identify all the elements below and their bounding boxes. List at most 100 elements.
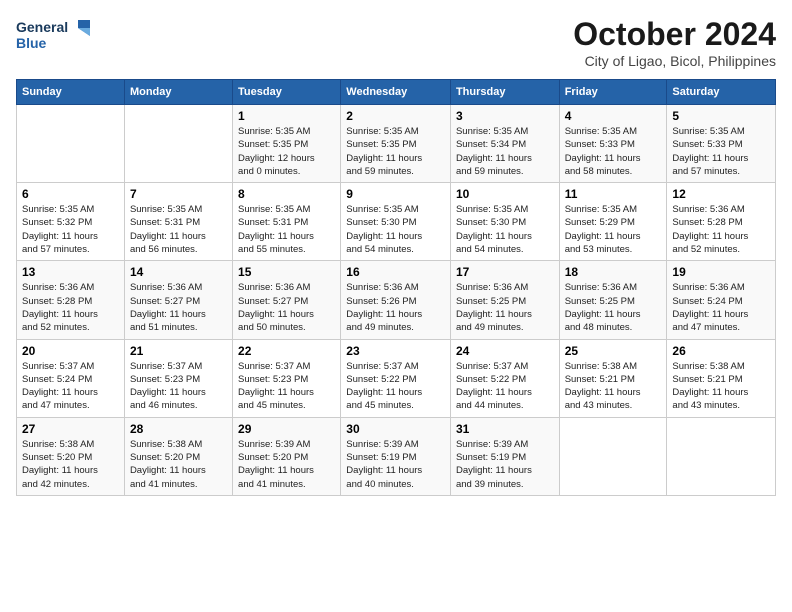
day-info: Sunrise: 5:38 AM Sunset: 5:21 PM Dayligh…	[672, 360, 770, 413]
calendar-cell: 14Sunrise: 5:36 AM Sunset: 5:27 PM Dayli…	[124, 261, 232, 339]
day-number: 31	[456, 422, 554, 436]
calendar-cell: 24 Sunrise: 5:37 AM Sunset: 5:22 PM Dayli…	[450, 339, 559, 417]
calendar-cell: 12 Sunrise: 5:36 AM Sunset: 5:28 PM Dayli…	[667, 183, 776, 261]
day-info: Sunrise: 5:37 AM Sunset: 5:23 PM Dayligh…	[238, 360, 335, 413]
day-number: 1	[238, 109, 335, 123]
day-number: 23	[346, 344, 445, 358]
calendar-cell: 11 Sunrise: 5:35 AM Sunset: 5:29 PM Dayli…	[559, 183, 667, 261]
calendar-cell: 7Sunrise: 5:35 AM Sunset: 5:31 PM Daylig…	[124, 183, 232, 261]
day-info: Sunrise: 5:36 AM Sunset: 5:26 PM Dayligh…	[346, 281, 445, 334]
calendar-cell: 9 Sunrise: 5:35 AM Sunset: 5:30 PM Daylig…	[341, 183, 451, 261]
day-info: Sunrise: 5:35 AM Sunset: 5:34 PM Dayligh…	[456, 125, 554, 178]
calendar-cell: 29 Sunrise: 5:39 AM Sunset: 5:20 PM Dayli…	[233, 417, 341, 495]
calendar-cell: 22 Sunrise: 5:37 AM Sunset: 5:23 PM Dayli…	[233, 339, 341, 417]
calendar-cell: 3Sunrise: 5:35 AM Sunset: 5:34 PM Daylig…	[450, 105, 559, 183]
calendar-cell: 2 Sunrise: 5:35 AM Sunset: 5:35 PM Daylig…	[341, 105, 451, 183]
day-number: 29	[238, 422, 335, 436]
day-number: 6	[22, 187, 119, 201]
location-subtitle: City of Ligao, Bicol, Philippines	[573, 53, 776, 69]
month-title: October 2024	[573, 16, 776, 53]
weekday-header-saturday: Saturday	[667, 80, 776, 105]
day-number: 12	[672, 187, 770, 201]
day-number: 26	[672, 344, 770, 358]
calendar-cell: 17 Sunrise: 5:36 AM Sunset: 5:25 PM Dayli…	[450, 261, 559, 339]
day-number: 16	[346, 265, 445, 279]
calendar-cell: 20 Sunrise: 5:37 AM Sunset: 5:24 PM Dayli…	[17, 339, 125, 417]
day-number: 30	[346, 422, 445, 436]
calendar-cell: 6 Sunrise: 5:35 AM Sunset: 5:32 PM Daylig…	[17, 183, 125, 261]
day-info: Sunrise: 5:37 AM Sunset: 5:22 PM Dayligh…	[456, 360, 554, 413]
day-number: 2	[346, 109, 445, 123]
day-info: Sunrise: 5:35 AM Sunset: 5:29 PM Dayligh…	[565, 203, 662, 256]
day-number: 9	[346, 187, 445, 201]
weekday-header-sunday: Sunday	[17, 80, 125, 105]
day-info: Sunrise: 5:35 AM Sunset: 5:30 PM Dayligh…	[456, 203, 554, 256]
day-number: 11	[565, 187, 662, 201]
calendar-cell: 18Sunrise: 5:36 AM Sunset: 5:25 PM Dayli…	[559, 261, 667, 339]
calendar-cell: 8 Sunrise: 5:35 AM Sunset: 5:31 PM Daylig…	[233, 183, 341, 261]
title-block: October 2024 City of Ligao, Bicol, Phili…	[573, 16, 776, 69]
calendar-cell	[124, 105, 232, 183]
day-info: Sunrise: 5:35 AM Sunset: 5:32 PM Dayligh…	[22, 203, 119, 256]
day-info: Sunrise: 5:35 AM Sunset: 5:33 PM Dayligh…	[672, 125, 770, 178]
calendar-cell: 21Sunrise: 5:37 AM Sunset: 5:23 PM Dayli…	[124, 339, 232, 417]
weekday-header-friday: Friday	[559, 80, 667, 105]
day-info: Sunrise: 5:39 AM Sunset: 5:20 PM Dayligh…	[238, 438, 335, 491]
calendar-cell	[667, 417, 776, 495]
day-number: 8	[238, 187, 335, 201]
day-number: 15	[238, 265, 335, 279]
svg-text:General: General	[16, 19, 68, 35]
day-info: Sunrise: 5:38 AM Sunset: 5:20 PM Dayligh…	[22, 438, 119, 491]
day-info: Sunrise: 5:35 AM Sunset: 5:35 PM Dayligh…	[238, 125, 335, 178]
day-number: 10	[456, 187, 554, 201]
day-number: 7	[130, 187, 227, 201]
calendar-cell: 5 Sunrise: 5:35 AM Sunset: 5:33 PM Daylig…	[667, 105, 776, 183]
weekday-header-monday: Monday	[124, 80, 232, 105]
calendar-cell: 4Sunrise: 5:35 AM Sunset: 5:33 PM Daylig…	[559, 105, 667, 183]
calendar-cell: 26 Sunrise: 5:38 AM Sunset: 5:21 PM Dayli…	[667, 339, 776, 417]
calendar-cell: 19 Sunrise: 5:36 AM Sunset: 5:24 PM Dayli…	[667, 261, 776, 339]
day-info: Sunrise: 5:36 AM Sunset: 5:24 PM Dayligh…	[672, 281, 770, 334]
calendar-cell	[559, 417, 667, 495]
day-info: Sunrise: 5:35 AM Sunset: 5:33 PM Dayligh…	[565, 125, 662, 178]
day-info: Sunrise: 5:37 AM Sunset: 5:24 PM Dayligh…	[22, 360, 119, 413]
day-info: Sunrise: 5:38 AM Sunset: 5:20 PM Dayligh…	[130, 438, 227, 491]
day-info: Sunrise: 5:35 AM Sunset: 5:31 PM Dayligh…	[238, 203, 335, 256]
day-info: Sunrise: 5:38 AM Sunset: 5:21 PM Dayligh…	[565, 360, 662, 413]
day-number: 14	[130, 265, 227, 279]
day-number: 13	[22, 265, 119, 279]
day-number: 21	[130, 344, 227, 358]
day-info: Sunrise: 5:37 AM Sunset: 5:22 PM Dayligh…	[346, 360, 445, 413]
day-info: Sunrise: 5:35 AM Sunset: 5:35 PM Dayligh…	[346, 125, 445, 178]
calendar-cell: 27 Sunrise: 5:38 AM Sunset: 5:20 PM Dayli…	[17, 417, 125, 495]
day-number: 27	[22, 422, 119, 436]
weekday-header-wednesday: Wednesday	[341, 80, 451, 105]
day-number: 18	[565, 265, 662, 279]
day-info: Sunrise: 5:35 AM Sunset: 5:30 PM Dayligh…	[346, 203, 445, 256]
calendar-cell: 10 Sunrise: 5:35 AM Sunset: 5:30 PM Dayli…	[450, 183, 559, 261]
calendar-table: SundayMondayTuesdayWednesdayThursdayFrid…	[16, 79, 776, 496]
day-number: 28	[130, 422, 227, 436]
calendar-cell: 30 Sunrise: 5:39 AM Sunset: 5:19 PM Dayli…	[341, 417, 451, 495]
calendar-cell	[17, 105, 125, 183]
day-info: Sunrise: 5:36 AM Sunset: 5:27 PM Dayligh…	[238, 281, 335, 334]
day-info: Sunrise: 5:39 AM Sunset: 5:19 PM Dayligh…	[346, 438, 445, 491]
weekday-header-tuesday: Tuesday	[233, 80, 341, 105]
calendar-cell: 25Sunrise: 5:38 AM Sunset: 5:21 PM Dayli…	[559, 339, 667, 417]
calendar-cell: 1 Sunrise: 5:35 AM Sunset: 5:35 PM Daylig…	[233, 105, 341, 183]
day-info: Sunrise: 5:39 AM Sunset: 5:19 PM Dayligh…	[456, 438, 554, 491]
calendar-cell: 15 Sunrise: 5:36 AM Sunset: 5:27 PM Dayli…	[233, 261, 341, 339]
page-header: General Blue October 2024 City of Ligao,…	[16, 16, 776, 69]
calendar-cell: 28 Sunrise: 5:38 AM Sunset: 5:20 PM Dayli…	[124, 417, 232, 495]
day-number: 24	[456, 344, 554, 358]
day-info: Sunrise: 5:36 AM Sunset: 5:28 PM Dayligh…	[672, 203, 770, 256]
calendar-cell: 16 Sunrise: 5:36 AM Sunset: 5:26 PM Dayli…	[341, 261, 451, 339]
calendar-cell: 23 Sunrise: 5:37 AM Sunset: 5:22 PM Dayli…	[341, 339, 451, 417]
day-number: 20	[22, 344, 119, 358]
day-number: 17	[456, 265, 554, 279]
logo: General Blue	[16, 16, 96, 60]
day-number: 22	[238, 344, 335, 358]
day-number: 5	[672, 109, 770, 123]
day-info: Sunrise: 5:36 AM Sunset: 5:25 PM Dayligh…	[456, 281, 554, 334]
day-number: 19	[672, 265, 770, 279]
